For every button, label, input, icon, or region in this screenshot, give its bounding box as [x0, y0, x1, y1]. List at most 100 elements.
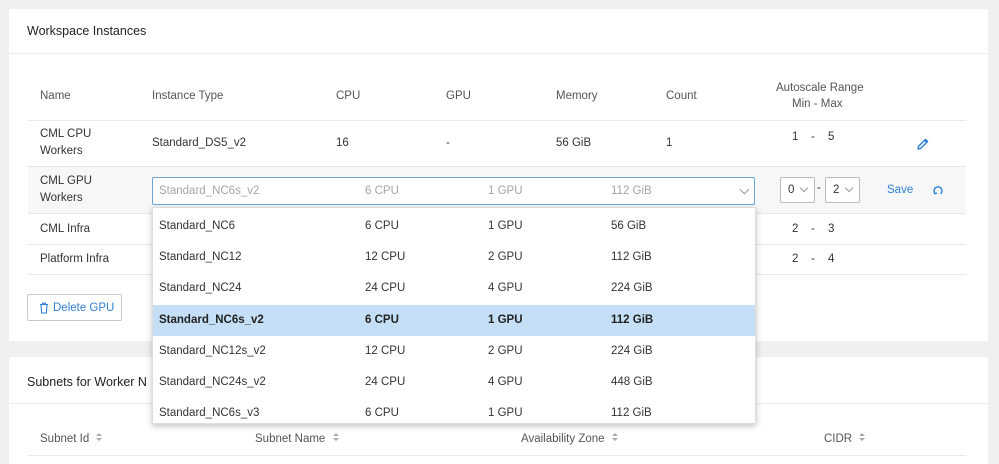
- col-header-count: Count: [666, 90, 697, 102]
- row-max: 4: [828, 253, 835, 265]
- option-cpu: 24 CPU: [365, 376, 406, 388]
- option-cpu: 6 CPU: [365, 407, 399, 420]
- sort-icon: [611, 433, 618, 441]
- row-memory: 56 GiB: [556, 137, 592, 149]
- row-name-line1: CML CPU: [40, 128, 92, 140]
- row-name: Platform Infra: [40, 253, 110, 265]
- col-header-subnet-id[interactable]: Subnet Id: [40, 432, 103, 445]
- dropdown-option[interactable]: Standard_NC6 6 CPU 1 GPU 56 GiB: [153, 211, 755, 242]
- col-header-subnet-name[interactable]: Subnet Name: [255, 432, 340, 445]
- option-gpu: 1 GPU: [488, 313, 523, 326]
- option-type: Standard_NC6s_v2: [159, 313, 264, 326]
- option-gpu: 2 GPU: [488, 251, 523, 264]
- option-memory: 112 GiB: [611, 251, 652, 264]
- sort-icon: [332, 433, 339, 441]
- col-header-memory: Memory: [556, 90, 598, 102]
- chevron-down-icon: [739, 184, 750, 195]
- option-type: Standard_NC6: [159, 220, 236, 232]
- option-memory: 224 GiB: [611, 344, 653, 357]
- subnet-name-label: Subnet Name: [255, 433, 326, 445]
- save-button[interactable]: Save: [887, 184, 913, 196]
- option-memory: 448 GiB: [611, 376, 653, 388]
- option-type: Standard_NC12s_v2: [159, 344, 266, 357]
- option-cpu: 12 CPU: [365, 251, 406, 264]
- option-gpu: 4 GPU: [488, 282, 523, 295]
- dropdown-option[interactable]: Standard_NC12 12 CPU 2 GPU 112 GiB: [153, 242, 755, 273]
- row-range-sep: -: [811, 223, 815, 235]
- col-header-autoscale-minmax: Min - Max: [792, 98, 843, 110]
- chevron-down-icon: [799, 183, 809, 193]
- option-type: Standard_NC24: [159, 282, 242, 295]
- sort-icon: [96, 433, 103, 441]
- row-name-line2: Workers: [40, 145, 83, 157]
- col-header-name: Name: [40, 90, 71, 102]
- row-cpu: 16: [336, 137, 349, 149]
- option-memory: 112 GiB: [611, 407, 652, 420]
- row-max: 3: [828, 223, 835, 235]
- min-value: 0: [788, 184, 795, 196]
- row-gpu: -: [446, 137, 450, 149]
- option-gpu: 4 GPU: [488, 376, 523, 388]
- availability-zone-label: Availability Zone: [521, 433, 605, 445]
- instance-type-dropdown: Standard_NC6 6 CPU 1 GPU 56 GiB Standard_NC1…: [152, 207, 756, 424]
- pencil-icon[interactable]: [916, 137, 930, 154]
- option-gpu: 1 GPU: [488, 407, 523, 420]
- col-header-gpu: GPU: [446, 90, 471, 102]
- select-memory: 112 GiB: [611, 185, 652, 197]
- row-max: 5: [828, 131, 835, 143]
- option-memory: 224 GiB: [611, 282, 653, 295]
- option-cpu: 12 CPU: [365, 344, 406, 357]
- option-type: Standard_NC6s_v3: [159, 407, 260, 420]
- option-type: Standard_NC24s_v2: [159, 376, 266, 388]
- select-cpu: 6 CPU: [365, 185, 399, 197]
- chevron-down-icon: [844, 183, 854, 193]
- max-value: 2: [833, 184, 840, 196]
- row-count: 1: [666, 137, 673, 149]
- option-type: Standard_NC12: [159, 251, 242, 264]
- option-cpu: 6 CPU: [365, 313, 399, 326]
- dropdown-option[interactable]: Standard_NC24s_v2 24 CPU 4 GPU 448 GiB: [153, 367, 755, 398]
- undo-icon[interactable]: [932, 184, 944, 199]
- option-memory: 112 GiB: [611, 313, 654, 326]
- range-separator: -: [817, 182, 821, 194]
- col-header-autoscale: Autoscale Range: [776, 82, 864, 94]
- row-name-line2: Workers: [40, 192, 83, 204]
- delete-gpu-button[interactable]: Delete GPU: [27, 294, 122, 321]
- row-instance-type: Standard_DS5_v2: [152, 137, 246, 149]
- row-name-line1: CML GPU: [40, 175, 92, 187]
- row-min: 1: [792, 131, 799, 143]
- select-gpu: 1 GPU: [488, 185, 523, 197]
- option-memory: 56 GiB: [611, 220, 647, 232]
- row-divider: [28, 455, 966, 456]
- option-cpu: 6 CPU: [365, 220, 399, 232]
- autoscale-max-select[interactable]: 2: [825, 177, 860, 203]
- dropdown-option[interactable]: Standard_NC6s_v3 6 CPU 1 GPU 112 GiB: [153, 398, 755, 429]
- col-header-availability-zone[interactable]: Availability Zone: [521, 432, 619, 445]
- delete-gpu-label: Delete GPU: [53, 302, 115, 314]
- row-min: 2: [792, 223, 799, 235]
- row-divider: [28, 120, 966, 121]
- sort-icon: [859, 433, 866, 441]
- cidr-label: CIDR: [824, 433, 853, 445]
- card-divider: [9, 53, 988, 54]
- col-header-cidr[interactable]: CIDR: [824, 432, 866, 445]
- col-header-cpu: CPU: [336, 90, 361, 102]
- instance-type-select[interactable]: Standard_NC6s_v2 6 CPU 1 GPU 112 GiB: [152, 177, 755, 205]
- workspace-instances-title: Workspace Instances: [27, 24, 147, 38]
- dropdown-option[interactable]: Standard_NC6s_v2 6 CPU 1 GPU 112 GiB: [153, 304, 755, 336]
- dropdown-option[interactable]: Standard_NC24 24 CPU 4 GPU 224 GiB: [153, 273, 755, 304]
- subnet-id-label: Subnet Id: [40, 433, 90, 445]
- dropdown-option[interactable]: Standard_NC12s_v2 12 CPU 2 GPU 224 GiB: [153, 336, 755, 367]
- select-type: Standard_NC6s_v2: [159, 185, 260, 197]
- option-gpu: 2 GPU: [488, 344, 523, 357]
- row-range-sep: -: [811, 253, 815, 265]
- subnets-title: Subnets for Worker N: [27, 375, 147, 389]
- autoscale-min-select[interactable]: 0: [780, 177, 815, 203]
- row-min: 2: [792, 253, 799, 265]
- option-cpu: 24 CPU: [365, 282, 406, 295]
- col-header-instance-type: Instance Type: [152, 90, 224, 102]
- trash-icon: [39, 302, 49, 317]
- row-range-sep: -: [811, 131, 815, 143]
- option-gpu: 1 GPU: [488, 220, 523, 232]
- row-name: CML Infra: [40, 223, 91, 235]
